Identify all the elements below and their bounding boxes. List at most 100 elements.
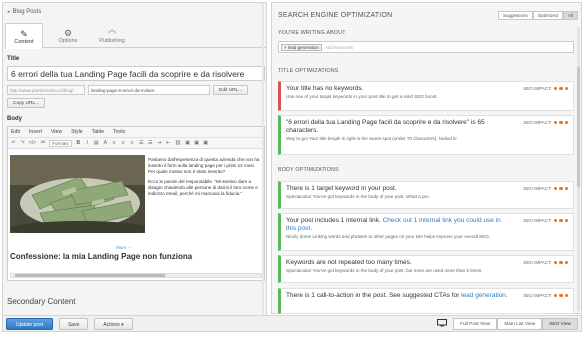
image-icon[interactable]: ▣ [185, 140, 190, 146]
seo-impact: SEO IMPACT: [523, 293, 568, 298]
menu-insert[interactable]: Insert [29, 129, 42, 135]
impact-dot [559, 186, 563, 191]
editor-body-text[interactable]: Partiamo dall'esperienza di questa azien… [148, 157, 263, 201]
seo-panel: SEARCH ENGINE OPTIMIZATION Suggestions O… [271, 2, 582, 314]
broadcast-icon: ◠ [108, 27, 116, 38]
align-right-icon[interactable]: ≡ [130, 140, 135, 146]
breadcrumb-label[interactable]: Blog Posts [13, 9, 42, 15]
impact-dot [559, 293, 563, 298]
filter-optimized[interactable]: Optimized [532, 11, 563, 20]
seo-item-text: There is 1 call-to-action in the post. S… [286, 292, 462, 299]
actions-dropdown[interactable]: Actions ▾ [94, 317, 133, 330]
cta-icon[interactable]: ▣ [203, 140, 208, 146]
tab-content[interactable]: ✎ Content [5, 23, 43, 49]
pencil-icon: ✎ [20, 28, 28, 39]
seo-item[interactable]: There is 1 call-to-action in the post. S… [278, 288, 574, 314]
seo-item-title: Keywords are not repeated too many times… [286, 259, 412, 266]
horizontal-scrollbar[interactable] [10, 273, 262, 278]
seo-item[interactable]: "6 errori della tua Landing Page facili … [278, 115, 574, 155]
menu-edit[interactable]: Edit [11, 129, 20, 135]
outdent-icon[interactable]: ⇤ [166, 140, 171, 146]
source-code-icon[interactable]: </> [29, 140, 36, 146]
menu-style[interactable]: Style [71, 129, 83, 135]
seo-item[interactable]: Your title has no keywords. Use one of y… [278, 81, 574, 111]
impact-dot [559, 120, 563, 125]
filter-suggestions[interactable]: Suggestions [497, 11, 533, 20]
post-title-input[interactable]: 6 errori della tua Landing Page facili d… [7, 66, 265, 81]
money-image [10, 155, 145, 233]
main-list-view-button[interactable]: Main List View [497, 317, 543, 330]
scrollbar-thumb[interactable] [15, 274, 165, 277]
seo-impact-label: SEO IMPACT: [523, 120, 552, 125]
seo-impact-label: SEO IMPACT: [523, 86, 552, 91]
tab-publishing[interactable]: ◠ Publishing [93, 23, 131, 48]
scrollbar-thumb[interactable] [577, 67, 580, 187]
seo-item-detail: Way to go! Your title length is right in… [286, 136, 457, 141]
italic-icon[interactable]: I [85, 140, 90, 146]
spellcheck-icon[interactable]: ᴬᴮ [40, 140, 45, 146]
link-icon[interactable]: ⛓ [175, 140, 181, 146]
align-left-icon[interactable]: ≡ [112, 140, 117, 146]
seo-item-detail: Use one of your target keywords in your … [286, 94, 438, 99]
vertical-scrollbar[interactable] [262, 3, 264, 331]
seo-item[interactable]: Your post includes 1 internal link. Chec… [278, 213, 574, 251]
post-editor-panel: ◂ Blog Posts ✎ Content ⚙ Options ◠ Publi… [2, 2, 267, 332]
seo-impact: SEO IMPACT: [523, 186, 568, 191]
gear-icon: ⚙ [63, 27, 73, 38]
media-icon[interactable]: ▣ [194, 140, 199, 146]
redo-icon[interactable]: ↷ [20, 140, 25, 146]
text-color-icon[interactable]: A [103, 140, 108, 146]
impact-dot [564, 186, 568, 191]
body-label: Body [7, 116, 22, 122]
seo-impact-label: SEO IMPACT: [523, 260, 552, 265]
monitor-icon[interactable] [437, 318, 448, 329]
bold-icon[interactable]: B [76, 140, 81, 146]
numbered-list-icon[interactable]: ☰ [148, 140, 153, 146]
indent-icon[interactable]: ⇥ [157, 140, 162, 146]
title-optimizations-label: TITLE OPTIMIZATIONS [278, 68, 339, 74]
copy-url-button[interactable]: Copy URL... [7, 98, 46, 108]
update-post-button[interactable]: Update post [6, 317, 53, 330]
save-button[interactable]: Save [58, 317, 89, 330]
impact-dot [553, 260, 557, 265]
full-post-view-button[interactable]: Full Post View [453, 317, 498, 330]
undo-icon[interactable]: ↶ [11, 140, 16, 146]
seo-impact: SEO IMPACT: [523, 86, 568, 91]
tab-options[interactable]: ⚙ Options [49, 23, 87, 48]
seo-scrollbar[interactable] [577, 27, 580, 311]
seo-impact-label: SEO IMPACT: [523, 186, 552, 191]
cta-suggestion-link[interactable]: lead generation. [461, 292, 508, 299]
menu-view[interactable]: View [51, 129, 62, 135]
menu-table[interactable]: Table [92, 129, 104, 135]
breadcrumb[interactable]: ◂ Blog Posts [7, 9, 41, 15]
align-center-icon[interactable]: ≡ [121, 140, 126, 146]
edit-url-button[interactable]: Edit URL... [213, 85, 249, 95]
filter-all[interactable]: All [562, 11, 578, 20]
bullet-list-icon[interactable]: ☰ [139, 140, 144, 146]
tab-label: Content [14, 38, 34, 45]
editor-toolbar: ↶ ↷ </> ᴬᴮ Formats B I ▤ A ≡ ≡ ≡ ☰ ☰ ⇥ ⇤… [8, 138, 264, 149]
block-icon[interactable]: ▤ [94, 140, 99, 146]
paragraph: Ecco le parole del responsabile. "Mi sen… [148, 179, 258, 196]
keyword-chip[interactable]: × lead generation [281, 43, 322, 51]
seo-view-button[interactable]: SEO View [542, 317, 578, 330]
impact-dot [559, 260, 563, 265]
editor-tabs: ✎ Content ⚙ Options ◠ Publishing [5, 23, 266, 49]
back-arrow-icon: ◂ [7, 9, 10, 15]
seo-filter-toggles: Suggestions Optimized All [497, 11, 578, 20]
seo-item[interactable]: There is 1 target keyword in your post. … [278, 181, 574, 209]
rich-text-editor[interactable]: Edit Insert View Style Table Tools ↶ ↷ <… [7, 126, 265, 281]
seo-impact: SEO IMPACT: [523, 120, 568, 125]
seo-impact-label: SEO IMPACT: [523, 293, 552, 298]
seo-item-title: There is 1 call-to-action in the post. S… [286, 292, 508, 300]
formats-dropdown[interactable]: Formats [49, 139, 72, 147]
menu-tools[interactable]: Tools [113, 129, 125, 135]
url-slug-input[interactable]: landing-page-6-errori-da-evitare [88, 85, 210, 95]
more-tag[interactable]: More ··· [116, 245, 132, 250]
seo-item[interactable]: Keywords are not repeated too many times… [278, 255, 574, 283]
secondary-content-label: Secondary Content [7, 297, 76, 306]
impact-dot [564, 293, 568, 298]
seo-item-title: "6 errori della tua Landing Page facili … [286, 119, 485, 134]
keywords-input[interactable]: × lead generation Add keywords [278, 41, 574, 53]
tab-label: Publishing [99, 37, 125, 44]
